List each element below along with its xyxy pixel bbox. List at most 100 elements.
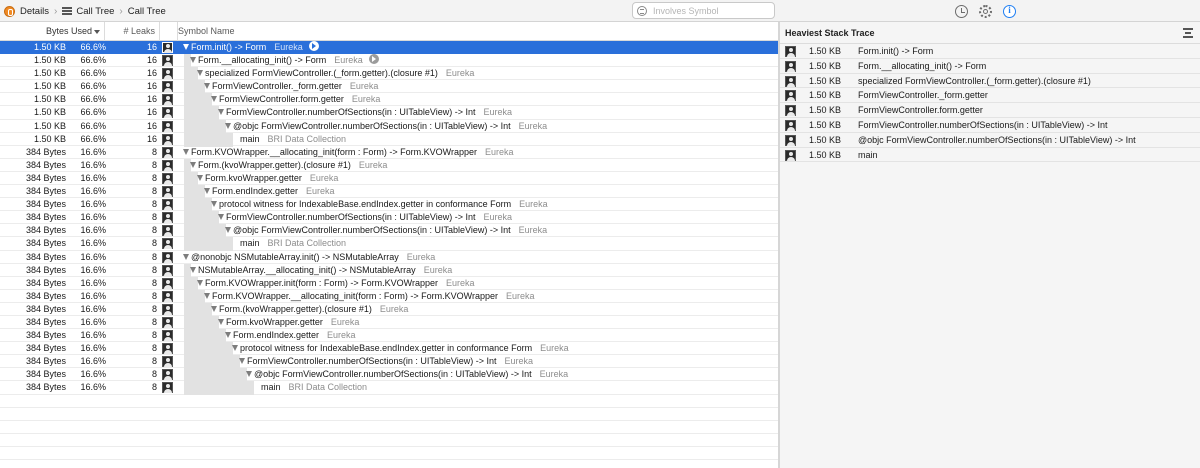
disclosure-triangle-icon[interactable] <box>190 266 196 273</box>
gear-icon[interactable] <box>979 4 992 18</box>
library-name: Eureka <box>274 42 303 52</box>
go-to-source-icon[interactable] <box>368 54 379 65</box>
collapse-icon[interactable] <box>1182 27 1194 39</box>
stack-frame[interactable]: 1.50 KB FormViewController.numberOfSectio… <box>780 118 1200 133</box>
stack-frame[interactable]: 1.50 KB Form.init() -> Form <box>780 44 1200 59</box>
breadcrumb-call-tree[interactable]: Call Tree <box>76 6 114 17</box>
stack-frame[interactable]: 1.50 KB main <box>780 148 1200 163</box>
table-row[interactable]: 384 Bytes 16.6% 8 main BRI Data Collection <box>0 237 778 252</box>
table-row[interactable]: 1.50 KB 66.6% 16 FormViewController._form.g… <box>0 80 778 95</box>
indent-guide <box>191 80 198 95</box>
disclosure-triangle-icon[interactable] <box>197 279 203 286</box>
table-row[interactable]: 384 Bytes 16.6% 8 Form.endIndex.getter Eurek… <box>0 329 778 344</box>
table-row[interactable]: 384 Bytes 16.6% 8 main BRI Data Collection <box>0 381 778 396</box>
symbol-name: FormViewController.numberOfSections(in :… <box>247 356 497 367</box>
table-row[interactable]: 1.50 KB 66.6% 16 Form.__allocating_init() -… <box>0 54 778 69</box>
symbol-cell: Form.(kvoWrapper.getter).(closure #1) Eur… <box>190 159 778 172</box>
disclosure-triangle-icon[interactable] <box>197 174 203 181</box>
table-row[interactable]: 384 Bytes 16.6% 8 FormViewController.number… <box>0 211 778 226</box>
table-row[interactable]: 384 Bytes 16.6% 8 @nonobjc NSMutableArray.i… <box>0 251 778 264</box>
table-row[interactable]: 384 Bytes 16.6% 8 Form.KVOWrapper.__allocat… <box>0 146 778 159</box>
breadcrumb-call-tree-current[interactable]: Call Tree <box>128 6 166 17</box>
table-row[interactable]: 1.50 KB 66.6% 16 FormViewController.numberO… <box>0 106 778 121</box>
bytes-used-cell: 384 Bytes <box>25 343 66 354</box>
table-row[interactable]: 1.50 KB 66.6% 16 Form.init() -> Form Eureka <box>0 41 778 55</box>
table-row[interactable]: 384 Bytes 16.6% 8 protocol witness for Inde… <box>0 342 778 357</box>
disclosure-triangle-icon[interactable] <box>246 371 252 378</box>
stack-frame[interactable]: 1.50 KB Form.__allocating_init() -> Form <box>780 59 1200 74</box>
table-row[interactable]: 384 Bytes 16.6% 8 FormViewController.number… <box>0 355 778 370</box>
indent-guide <box>184 381 191 396</box>
disclosure-triangle-icon[interactable] <box>232 240 238 246</box>
disclosure-triangle-icon[interactable] <box>204 188 210 195</box>
table-row[interactable]: 384 Bytes 16.6% 8 Form.kvoWrapper.getter Eur… <box>0 315 778 330</box>
indent-guide <box>191 198 198 213</box>
symbol-cell: protocol witness for IndexableBase.endIn… <box>211 198 778 211</box>
table-row[interactable]: 384 Bytes 16.6% 8 @objc FormViewController.… <box>0 368 778 383</box>
disclosure-triangle-icon[interactable] <box>183 148 189 155</box>
disclosure-triangle-icon[interactable] <box>204 292 210 299</box>
stack-frame[interactable]: 1.50 KB specialized FormViewController.(_… <box>780 74 1200 89</box>
disclosure-triangle-icon[interactable] <box>225 122 231 129</box>
disclosure-triangle-icon[interactable] <box>218 109 224 116</box>
search-field[interactable] <box>632 2 775 19</box>
disclosure-triangle-icon[interactable] <box>225 332 231 339</box>
disclosure-triangle-icon[interactable] <box>211 305 217 312</box>
chevron-right-icon: › <box>119 5 123 17</box>
table-row[interactable]: 384 Bytes 16.6% 8 Form.(kvoWrapper.getter).… <box>0 158 778 173</box>
indent-guide <box>191 329 198 344</box>
table-row[interactable]: 384 Bytes 16.6% 8 Form.(kvoWrapper.getter).… <box>0 302 778 317</box>
disclosure-triangle-icon[interactable] <box>211 96 217 103</box>
disclosure-triangle-icon[interactable] <box>183 44 189 50</box>
table-row[interactable]: 384 Bytes 16.6% 8 Form.KVOWrapper.__allocat… <box>0 289 778 304</box>
library-name: Eureka <box>379 303 409 314</box>
frame-symbol: main <box>858 149 878 160</box>
table-row[interactable]: 384 Bytes 16.6% 8 Form.endIndex.getter Eurek… <box>0 185 778 200</box>
disclosure-triangle-icon[interactable] <box>183 253 189 260</box>
disclosure-triangle-icon[interactable] <box>239 358 245 365</box>
stack-frame[interactable]: 1.50 KB FormViewController.form.getter <box>780 103 1200 118</box>
go-to-source-icon[interactable] <box>308 41 319 51</box>
symbol-cell: @objc FormViewController.numberOfSection… <box>225 224 778 237</box>
leaks-cell: 8 <box>151 251 157 262</box>
user-code-icon <box>162 316 173 328</box>
table-row[interactable]: 1.50 KB 66.6% 16 @objc FormViewController.n… <box>0 119 778 134</box>
table-row[interactable]: 384 Bytes 16.6% 8 protocol witness for Inde… <box>0 198 778 213</box>
info-icon[interactable] <box>1003 4 1016 18</box>
disclosure-triangle-icon[interactable] <box>197 70 203 77</box>
column-bytes-used[interactable]: Bytes Used <box>0 22 105 41</box>
filter-icon[interactable] <box>637 6 647 16</box>
frame-bytes: 1.50 KB <box>809 46 842 56</box>
stack-frame[interactable]: 1.50 KB FormViewController._form.getter <box>780 88 1200 104</box>
table-row[interactable]: 384 Bytes 16.6% 8 @objc FormViewController.… <box>0 224 778 239</box>
table-row[interactable]: 384 Bytes 16.6% 8 Form.KVOWrapper.init(form… <box>0 276 778 291</box>
disclosure-triangle-icon[interactable] <box>253 384 259 390</box>
table-row[interactable]: 384 Bytes 16.6% 8 NSMutableArray.__allocati… <box>0 263 778 278</box>
disclosure-triangle-icon[interactable] <box>218 318 224 325</box>
breadcrumb-details[interactable]: Details <box>20 6 49 17</box>
disclosure-triangle-icon[interactable] <box>218 214 224 221</box>
disclosure-triangle-icon[interactable] <box>225 227 231 234</box>
clock-icon[interactable] <box>955 4 968 18</box>
disclosure-triangle-icon[interactable] <box>190 57 196 64</box>
user-code-icon <box>162 238 173 250</box>
table-row[interactable]: 384 Bytes 16.6% 8 Form.kvoWrapper.getter Eur… <box>0 171 778 186</box>
disclosure-triangle-icon[interactable] <box>204 83 210 90</box>
percentage-cell: 16.6% <box>80 330 106 341</box>
column-symbol-name[interactable]: Symbol Name <box>178 22 235 41</box>
disclosure-triangle-icon[interactable] <box>190 161 196 168</box>
search-input[interactable] <box>653 4 771 17</box>
stack-frame[interactable]: 1.50 KB @objc FormViewController.numberOf… <box>780 133 1200 148</box>
disclosure-triangle-icon[interactable] <box>232 345 238 352</box>
indent-guide <box>212 119 219 134</box>
column-leaks[interactable]: # Leaks <box>106 22 160 41</box>
leaks-cell: 8 <box>151 330 157 341</box>
table-row[interactable]: 1.50 KB 66.6% 16 main BRI Data Collection <box>0 132 778 147</box>
table-row[interactable]: 1.50 KB 66.6% 16 specialized FormViewContro… <box>0 67 778 82</box>
table-row[interactable]: 1.50 KB 66.6% 16 FormViewController.form.ge… <box>0 93 778 108</box>
user-code-icon <box>162 42 173 53</box>
disclosure-triangle-icon[interactable] <box>211 201 217 208</box>
indent-guide <box>219 368 226 383</box>
frame-symbol: specialized FormViewController.(_form.ge… <box>858 75 1091 86</box>
disclosure-triangle-icon[interactable] <box>232 136 238 142</box>
